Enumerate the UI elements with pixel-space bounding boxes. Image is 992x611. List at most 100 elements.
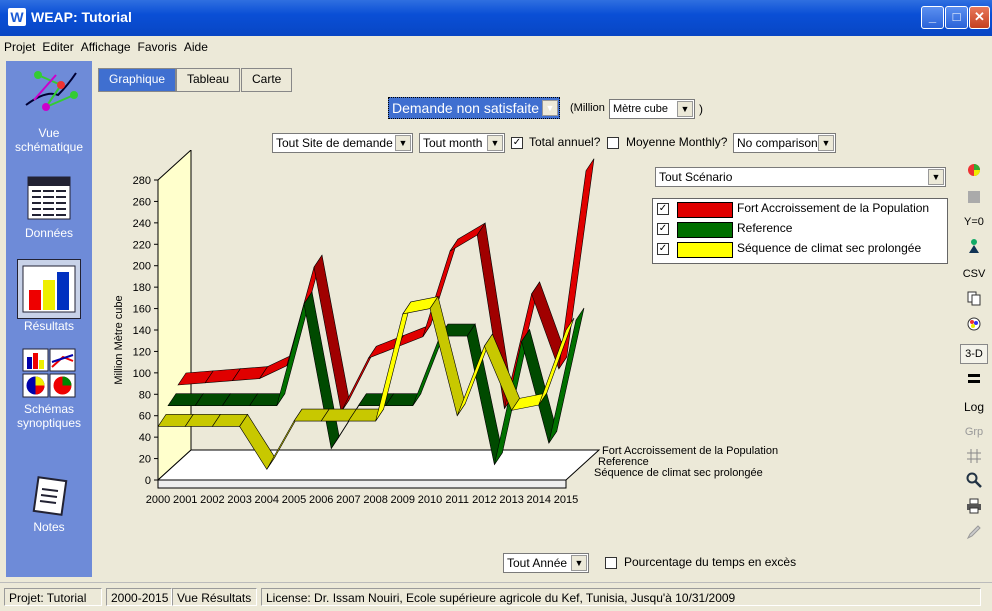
menu-aide[interactable]: Aide <box>180 36 211 54</box>
total-annual-label: Total annuel? <box>529 135 601 149</box>
x-tick-label: 2007 <box>336 494 360 506</box>
square-icon[interactable] <box>960 190 988 207</box>
close-button[interactable]: ✕ <box>969 6 990 29</box>
x-tick-label: 2015 <box>554 494 578 506</box>
x-tick-label: 2011 <box>445 494 469 506</box>
unit-suffix: ) <box>699 102 703 116</box>
monthly-avg-checkbox[interactable] <box>607 137 619 149</box>
exceedance-label: Pourcentage du temps en excès <box>624 555 797 569</box>
results-chart: 0 20 40 60 80 100 120 140 160 180 200 220 240 260 280 2… <box>113 150 778 506</box>
view-sidebar: Vue schématique Données Résultats Schéma… <box>6 61 92 577</box>
overview-charts-icon <box>22 348 76 398</box>
month-value: Tout month <box>423 136 483 150</box>
palette-icon[interactable] <box>960 316 988 335</box>
y-tick-label: 180 <box>133 282 151 294</box>
chart-floor <box>156 449 601 481</box>
unit-value: Mètre cube <box>613 103 669 115</box>
menu-favoris[interactable]: Favoris <box>134 36 180 54</box>
y-zero-button[interactable]: Y=0 <box>960 216 988 228</box>
copy-icon[interactable] <box>960 290 988 309</box>
y-tick-label: 60 <box>139 411 151 423</box>
status-bar: Projet: Tutorial 2000-2015 Vue Résultats… <box>0 582 992 611</box>
color-icon[interactable] <box>960 162 988 181</box>
comparison-value: No comparison <box>737 136 818 150</box>
3d-toggle-button[interactable]: 3-D <box>960 344 988 364</box>
minimize-button[interactable]: _ <box>921 6 944 29</box>
window-title: WEAP: Tutorial <box>31 9 132 25</box>
grid-icon[interactable] <box>960 448 988 467</box>
x-tick-label: 2010 <box>418 494 442 506</box>
log-button[interactable]: Log <box>960 400 988 414</box>
x-tick-label: 2006 <box>309 494 333 506</box>
sidebar-label: Notes <box>33 520 65 534</box>
x-tick-label: 2008 <box>363 494 387 506</box>
chevron-down-icon: ▼ <box>487 135 503 151</box>
y-tick-label: 80 <box>139 389 151 401</box>
sidebar-label: Résultats <box>23 319 75 333</box>
variable-value: Demande non satisfaite <box>392 100 540 116</box>
chart-floor-edge <box>157 479 567 489</box>
x-tick-label: 2003 <box>227 494 251 506</box>
sidebar-item-data[interactable]: Données <box>6 173 92 240</box>
schematic-icon <box>25 71 78 111</box>
status-view: Vue Résultats <box>172 588 257 606</box>
y-tick-label: 280 <box>133 175 151 187</box>
sidebar-item-notes[interactable]: Notes <box>6 473 92 534</box>
title-bar: W WEAP: Tutorial _ □ ✕ <box>0 0 992 36</box>
menu-bar: Projet Editer Affichage Favoris Aide <box>0 36 992 58</box>
depth-axis-label: Séquence de climat sec prolongée <box>594 467 763 479</box>
sidebar-label: synoptiques <box>16 416 82 430</box>
x-tick-label: 2014 <box>527 494 551 506</box>
y-tick-label: 260 <box>133 196 151 208</box>
chevron-down-icon: ▼ <box>818 135 834 151</box>
grp-button[interactable]: Grp <box>960 426 988 438</box>
chevron-down-icon: ▼ <box>571 555 587 571</box>
variable-select[interactable]: Demande non satisfaite ▼ <box>388 97 560 119</box>
chevron-down-icon: ▼ <box>542 100 558 116</box>
y-tick-label: 140 <box>133 325 151 337</box>
chart-back-wall <box>157 150 192 482</box>
data-table-icon <box>27 176 71 220</box>
sidebar-item-results[interactable]: Résultats <box>6 259 92 333</box>
unit-prefix: (Million <box>570 102 605 114</box>
sidebar-item-schematic[interactable]: Vue schématique <box>6 65 92 154</box>
tab-tableau[interactable]: Tableau <box>176 68 241 92</box>
tab-carte[interactable]: Carte <box>241 68 293 92</box>
csv-button[interactable]: CSV <box>960 268 988 280</box>
monthly-avg-label: Moyenne Monthly? <box>626 135 728 149</box>
total-annual-checkbox[interactable]: ✓ <box>511 137 523 149</box>
person-icon[interactable] <box>960 238 988 257</box>
chevron-down-icon: ▼ <box>677 101 693 117</box>
y-tick-label: 160 <box>133 304 151 316</box>
y-tick-label: 200 <box>133 261 151 273</box>
print-icon[interactable] <box>960 498 988 517</box>
maximize-button[interactable]: □ <box>945 6 968 29</box>
y-tick-label: 240 <box>133 218 151 230</box>
x-tick-label: 2004 <box>255 494 279 506</box>
status-license: License: Dr. Issam Nouiri, Ecole supérie… <box>261 588 981 606</box>
year-select[interactable]: Tout Année ▼ <box>503 553 589 573</box>
menu-editer[interactable]: Editer <box>38 36 76 54</box>
menu-affichage[interactable]: Affichage <box>77 36 134 54</box>
lines-icon[interactable] <box>960 370 988 389</box>
zoom-icon[interactable] <box>960 472 988 491</box>
unit-select[interactable]: Mètre cube ▼ <box>609 99 695 119</box>
year-value: Tout Année <box>507 556 568 570</box>
menu-projet[interactable]: Projet <box>0 36 38 54</box>
sidebar-label: Schémas <box>23 402 75 416</box>
notes-icon <box>32 476 68 516</box>
sidebar-label: schématique <box>14 140 84 154</box>
tab-graphique[interactable]: Graphique <box>98 68 177 92</box>
sidebar-label: Vue <box>38 126 60 140</box>
x-tick-label: 2009 <box>391 494 415 506</box>
edit-icon[interactable] <box>960 524 988 543</box>
sidebar-item-overviews[interactable]: Schémas synoptiques <box>6 347 92 430</box>
status-years: 2000-2015 <box>106 588 172 606</box>
y-tick-label: 220 <box>133 239 151 251</box>
y-tick-label: 0 <box>145 475 151 487</box>
y-tick-label: 40 <box>139 432 151 444</box>
exceedance-checkbox[interactable] <box>605 557 617 569</box>
chevron-down-icon: ▼ <box>395 135 411 151</box>
results-chart-icon <box>22 265 76 313</box>
y-tick-label: 100 <box>133 368 151 380</box>
